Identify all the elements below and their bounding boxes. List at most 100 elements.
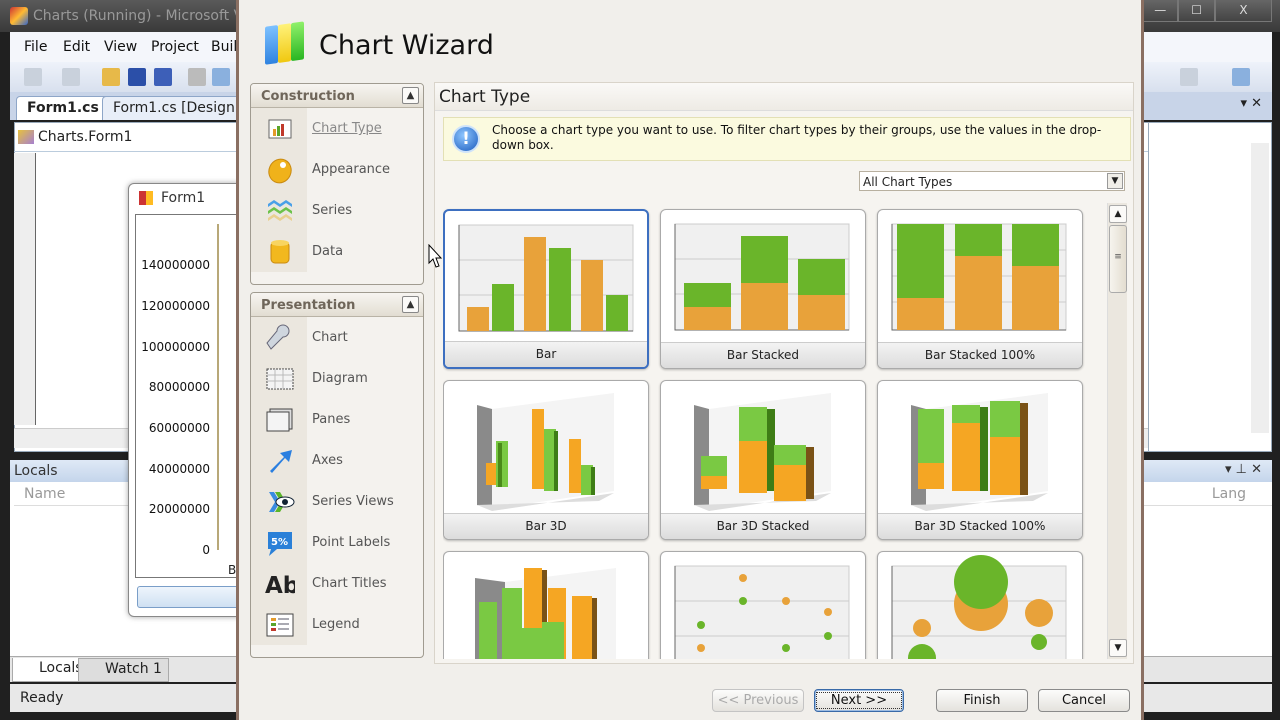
- open-folder-icon[interactable]: [102, 68, 120, 86]
- info-text: Choose a chart type you want to use. To …: [492, 123, 1102, 152]
- form1-chart-control[interactable]: 140000000 120000000 100000000 80000000 6…: [135, 214, 241, 578]
- nav-item-label: Chart: [312, 330, 348, 345]
- y-axis-line: [217, 224, 219, 550]
- tab-form1-design[interactable]: Form1.cs [Design]: [102, 96, 252, 120]
- cut-icon[interactable]: [188, 68, 206, 86]
- nav-item-label: Series: [312, 203, 352, 218]
- menu-view[interactable]: View: [104, 39, 137, 55]
- presentation-item-point-labels[interactable]: 5% Point Labels: [251, 522, 423, 563]
- presentation-header: Presentation ▲: [251, 293, 423, 317]
- add-item-icon[interactable]: [62, 68, 80, 86]
- chart-type-page: Chart Type ! Choose a chart type you wan…: [434, 82, 1134, 664]
- y-tick-label: 0: [202, 543, 210, 557]
- chart-type-card[interactable]: Bar Stacked: [660, 209, 866, 369]
- chart-type-card[interactable]: Bar: [443, 209, 649, 369]
- database-icon: [265, 237, 295, 267]
- presentation-item-chart[interactable]: Chart: [251, 317, 423, 358]
- nav-item-label: Point Labels: [312, 535, 391, 550]
- construction-item-data[interactable]: Data: [251, 231, 423, 272]
- menu-project[interactable]: Project: [151, 39, 199, 55]
- chart-type-gallery: Bar Bar Stacked Bar Stacked 100% Bar 3D Bar …: [443, 201, 1105, 659]
- wizard-title: Chart Wizard: [319, 30, 494, 61]
- tab-form1-cs[interactable]: Form1.cs: [16, 96, 110, 120]
- chart-type-preview-icon: [475, 568, 616, 659]
- collapse-up-icon[interactable]: ▲: [402, 87, 419, 104]
- y-tick-label: 40000000: [148, 462, 210, 476]
- presentation-item-axes[interactable]: Axes: [251, 440, 423, 481]
- x-tick-label: B: [228, 563, 237, 577]
- construction-item-appearance[interactable]: Appearance: [251, 149, 423, 190]
- new-project-icon[interactable]: [24, 68, 42, 86]
- chart-type-preview-icon: [891, 555, 1067, 659]
- chart-type-card[interactable]: Bar 3D Stacked: [660, 380, 866, 540]
- chart-type-card[interactable]: [877, 551, 1083, 659]
- presentation-item-chart-titles[interactable]: Ab Chart Titles: [251, 563, 423, 604]
- finish-button[interactable]: Finish: [936, 689, 1028, 712]
- menu-edit[interactable]: Edit: [63, 39, 90, 55]
- construction-item-chart-type[interactable]: Chart Type: [251, 108, 423, 149]
- chart-wizard-logo-icon: [265, 21, 305, 67]
- chart-type-card[interactable]: Bar Stacked 100%: [877, 209, 1083, 369]
- diagram-icon: [265, 364, 295, 394]
- menu-file[interactable]: File: [24, 39, 47, 55]
- chart-type-card[interactable]: Bar 3D Stacked 100%: [877, 380, 1083, 540]
- chart-type-label: Bar Stacked: [661, 342, 865, 368]
- minimize-button[interactable]: —: [1142, 0, 1179, 22]
- presentation-item-series-views[interactable]: Series Views: [251, 481, 423, 522]
- y-tick-label: 80000000: [148, 380, 210, 394]
- tab-watch1[interactable]: Watch 1: [78, 658, 169, 682]
- presentation-panel: Presentation ▲ Chart Diagram Panes Axes Seri…: [250, 292, 424, 658]
- chart-type-label: Bar Stacked 100%: [878, 342, 1082, 368]
- y-tick-label: 20000000: [148, 502, 210, 516]
- save-all-icon[interactable]: [154, 68, 172, 86]
- tab-close-icon[interactable]: ▾ ✕: [1240, 96, 1262, 111]
- column-language[interactable]: Lang: [1212, 486, 1246, 502]
- palette-icon: [265, 155, 295, 185]
- collapse-up-icon[interactable]: ▲: [402, 296, 419, 313]
- chart-type-card[interactable]: [443, 551, 649, 659]
- nav-item-label: Chart Titles: [312, 576, 387, 591]
- cancel-button[interactable]: Cancel: [1038, 689, 1130, 712]
- next-button[interactable]: Next >>: [814, 689, 904, 712]
- scroll-thumb[interactable]: ≡: [1109, 225, 1127, 293]
- axes-arrow-icon: [265, 446, 295, 476]
- nav-item-label: Panes: [312, 412, 351, 427]
- form1-window: Form1 140000000 120000000 100000000 8000…: [128, 183, 241, 617]
- maximize-button[interactable]: ☐: [1178, 0, 1215, 22]
- svg-text:Ab: Ab: [265, 573, 295, 598]
- chart-type-label: Bar 3D Stacked: [661, 513, 865, 539]
- scroll-up-icon[interactable]: ▲: [1109, 205, 1127, 223]
- chevron-down-icon[interactable]: ▼: [1107, 173, 1123, 189]
- toolbar-window-icon[interactable]: [1232, 68, 1250, 86]
- previous-button[interactable]: << Previous: [712, 689, 804, 712]
- vertical-scrollbar[interactable]: [1251, 143, 1269, 433]
- save-icon[interactable]: [128, 68, 146, 86]
- presentation-item-diagram[interactable]: Diagram: [251, 358, 423, 399]
- chart-type-card[interactable]: Bar 3D: [443, 380, 649, 540]
- presentation-items: Chart Diagram Panes Axes Series Views 5% Point…: [251, 317, 423, 645]
- chart-type-preview-icon: [458, 224, 634, 332]
- construction-item-series[interactable]: Series: [251, 190, 423, 231]
- chart-type-card[interactable]: [660, 551, 866, 659]
- chart-wizard-dialog: Chart Wizard Construction ▲ Chart Type Ap…: [236, 0, 1144, 720]
- presentation-header-label: Presentation: [261, 298, 356, 313]
- chart-type-filter-dropdown[interactable]: All Chart Types ▼: [859, 171, 1125, 191]
- column-name[interactable]: Name: [24, 486, 65, 502]
- nav-combo-value: Charts.Form1: [38, 129, 133, 145]
- series-views-icon: [265, 487, 295, 517]
- gallery-scrollbar[interactable]: ▲ ≡ ▼: [1107, 203, 1127, 659]
- nav-item-label: Diagram: [312, 371, 368, 386]
- panel-pin-close-icons[interactable]: ▾ ⊥ ✕: [1225, 462, 1262, 477]
- toolbar-layout-icon[interactable]: [1180, 68, 1198, 86]
- vs-window-title: Charts (Running) - Microsoft Vi: [33, 8, 247, 24]
- chart-type-label: Bar: [445, 341, 647, 367]
- menu-build[interactable]: Buil: [211, 39, 237, 55]
- presentation-item-panes[interactable]: Panes: [251, 399, 423, 440]
- scroll-down-icon[interactable]: ▼: [1109, 639, 1127, 657]
- close-button[interactable]: X: [1214, 0, 1272, 22]
- copy-icon[interactable]: [212, 68, 230, 86]
- presentation-item-legend[interactable]: Legend: [251, 604, 423, 645]
- editor-gutter: [14, 153, 36, 425]
- nav-item-label: Data: [312, 244, 344, 259]
- form1-button[interactable]: [137, 586, 241, 608]
